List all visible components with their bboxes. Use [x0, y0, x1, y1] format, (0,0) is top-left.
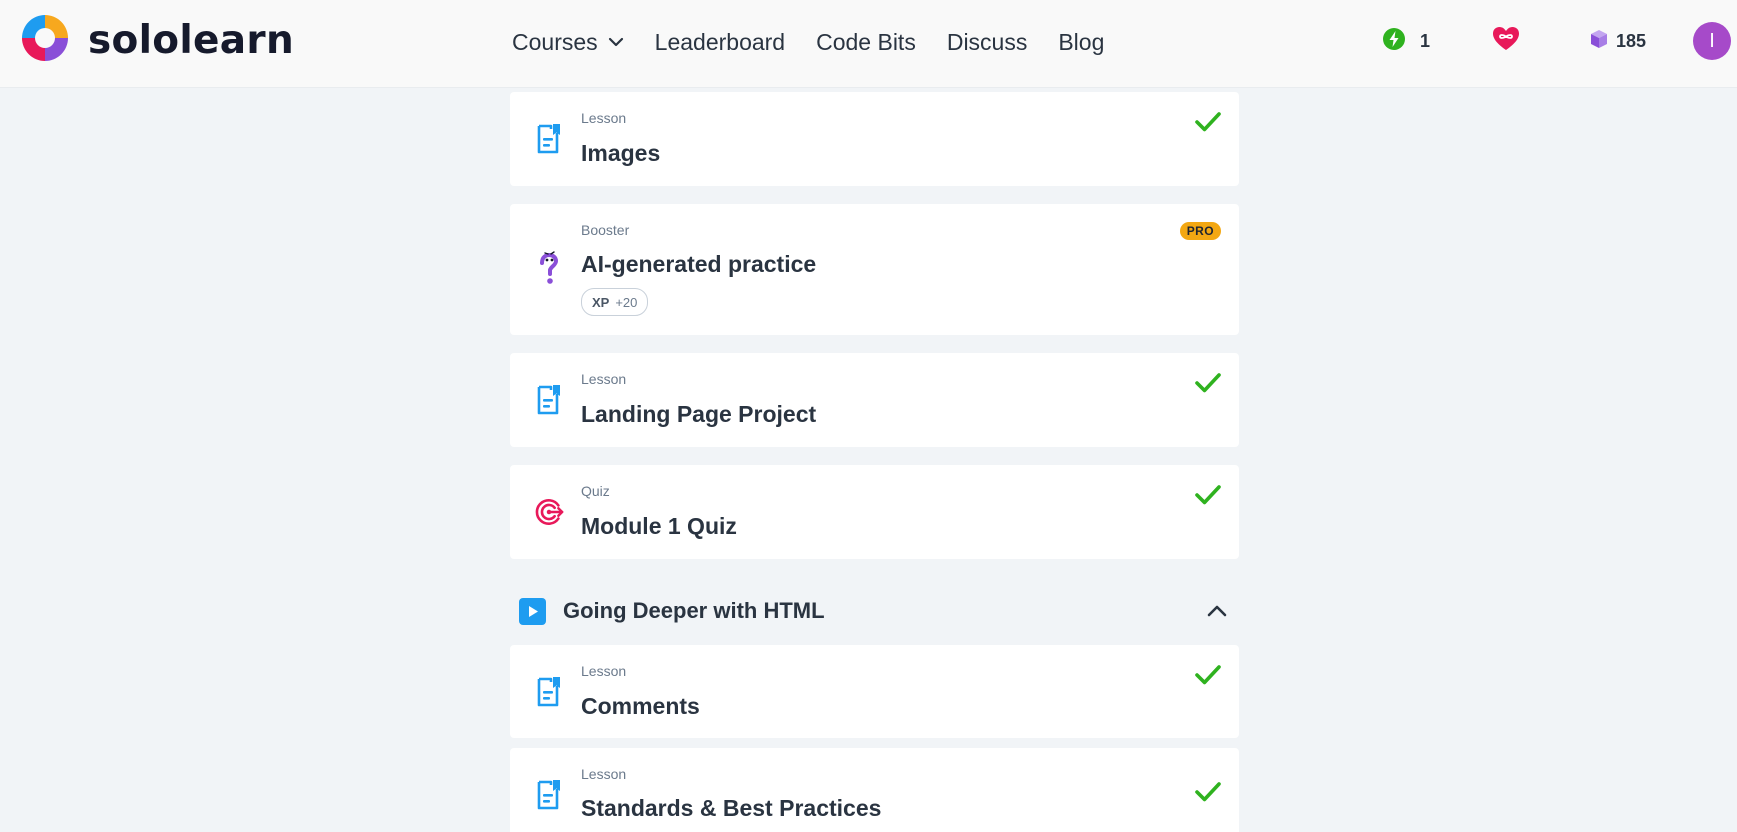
module-header-going-deeper[interactable]: Going Deeper with HTML: [510, 586, 1239, 636]
item-type-label: Lesson: [581, 766, 627, 782]
chevron-up-icon[interactable]: [1205, 600, 1229, 622]
lesson-document-icon: [534, 122, 564, 156]
checkmark-icon: [1194, 663, 1222, 687]
item-type-label: Booster: [581, 222, 630, 238]
item-type-label: Lesson: [581, 110, 627, 126]
lightning-icon: [1382, 27, 1406, 56]
nav-code-bits[interactable]: Code Bits: [816, 29, 916, 56]
checkmark-icon: [1194, 483, 1222, 507]
checkmark-icon: [1194, 371, 1222, 395]
xp-label: XP: [592, 294, 610, 310]
item-type-label: Lesson: [581, 371, 627, 387]
lesson-card-images[interactable]: Lesson Images: [510, 92, 1239, 186]
avatar[interactable]: I: [1693, 22, 1731, 60]
bits-value: 185: [1616, 30, 1647, 51]
streak-value: 1: [1420, 30, 1431, 51]
quiz-card-module-1[interactable]: Quiz Module 1 Quiz: [510, 465, 1239, 559]
target-icon: [534, 495, 564, 529]
streak-counter[interactable]: 1: [1382, 24, 1430, 58]
sololearn-swirl-logo-icon: [18, 11, 72, 70]
chevron-down-icon: [608, 37, 624, 47]
booster-card-ai-practice[interactable]: Booster AI-generated practice PRO XP +20: [510, 204, 1239, 335]
logo-wordmark: sololearn: [88, 17, 295, 63]
nav-courses-label: Courses: [512, 28, 598, 55]
nav-blog[interactable]: Blog: [1058, 29, 1104, 56]
lesson-document-icon: [534, 675, 564, 709]
item-title: Module 1 Quiz: [581, 513, 737, 539]
nav-courses[interactable]: Courses: [512, 29, 624, 56]
pro-badge: PRO: [1179, 222, 1221, 240]
xp-value: +20: [615, 294, 638, 310]
lesson-document-icon: [534, 383, 564, 417]
play-icon: [519, 598, 546, 625]
question-mark-icon: [534, 251, 564, 286]
checkmark-icon: [1194, 780, 1222, 804]
bits-counter[interactable]: 185: [1590, 24, 1646, 58]
top-navbar: sololearn Courses Leaderboard Code Bits …: [0, 0, 1737, 87]
lesson-card-standards-best-practices[interactable]: Lesson Standards & Best Practices: [510, 748, 1239, 832]
lesson-card-comments[interactable]: Lesson Comments: [510, 645, 1239, 738]
logo[interactable]: sololearn: [18, 12, 294, 68]
item-title: Standards & Best Practices: [581, 795, 882, 821]
nav-discuss[interactable]: Discuss: [947, 29, 1028, 56]
item-title: AI-generated practice: [581, 251, 817, 277]
item-title: Images: [581, 140, 661, 166]
lesson-document-icon: [534, 778, 564, 812]
checkmark-icon: [1194, 110, 1222, 134]
item-title: Landing Page Project: [581, 401, 817, 427]
item-type-label: Lesson: [581, 663, 627, 679]
item-title: Comments: [581, 693, 700, 719]
module-title: Going Deeper with HTML: [563, 598, 825, 623]
nav-leaderboard[interactable]: Leaderboard: [655, 29, 785, 56]
hearts-counter[interactable]: [1492, 24, 1520, 58]
lesson-card-landing-page-project[interactable]: Lesson Landing Page Project: [510, 353, 1239, 447]
item-type-label: Quiz: [581, 483, 610, 499]
xp-reward-pill: XP +20: [581, 288, 649, 316]
cube-icon: [1590, 29, 1608, 54]
heart-infinity-icon: [1492, 26, 1520, 57]
main-nav: Courses Leaderboard Code Bits Discuss Bl…: [512, 22, 1135, 62]
